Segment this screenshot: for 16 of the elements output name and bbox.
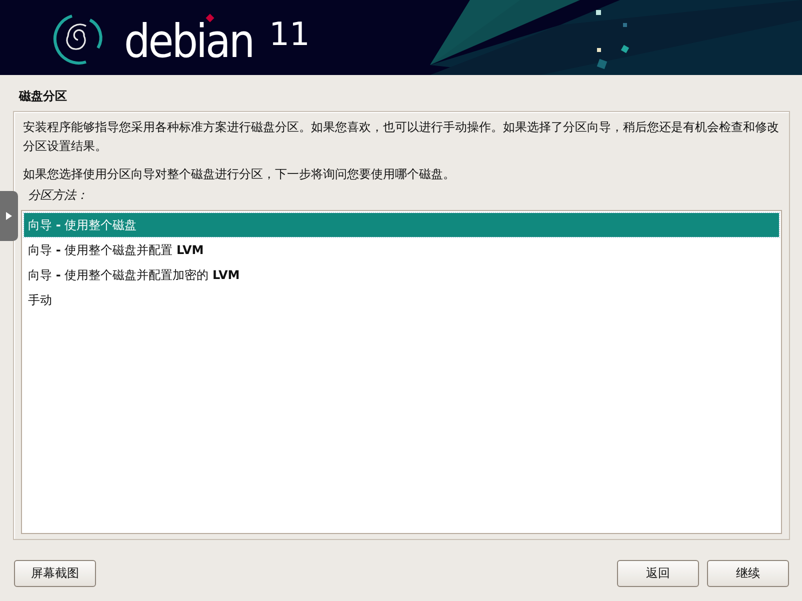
list-item[interactable]: 向导 - 使用整个磁盘并配置 LVM [24,238,779,262]
version-text: 11 [269,18,310,50]
action-button[interactable]: 返回 [617,560,699,587]
play-icon [6,212,12,220]
list-item[interactable]: 手动 [24,288,779,312]
logo-text: debian [124,23,254,60]
page-title: 磁盘分区 [18,88,68,104]
list-item[interactable]: 向导 - 使用整个磁盘并配置加密的 LVM [24,263,779,287]
action-button[interactable]: 继续 [707,560,789,587]
action-button[interactable]: 屏幕截图 [14,560,96,587]
side-panel-handle[interactable] [0,191,18,241]
list-label: 分区方法： [27,187,89,204]
list-item[interactable]: 向导 - 使用整个磁盘 [24,213,779,237]
description-text: 如果您选择使用分区向导对整个磁盘进行分区，下一步将询问您要使用哪个磁盘。 [22,166,456,183]
description-text: 安装程序能够指导您采用各种标准方案进行磁盘分区。如果您喜欢，也可以进行手动操作。如果选择了分区向导，稍后您还是有机会检查和修改分区设置结果。 [22,119,780,155]
diamond-icon [205,13,215,24]
